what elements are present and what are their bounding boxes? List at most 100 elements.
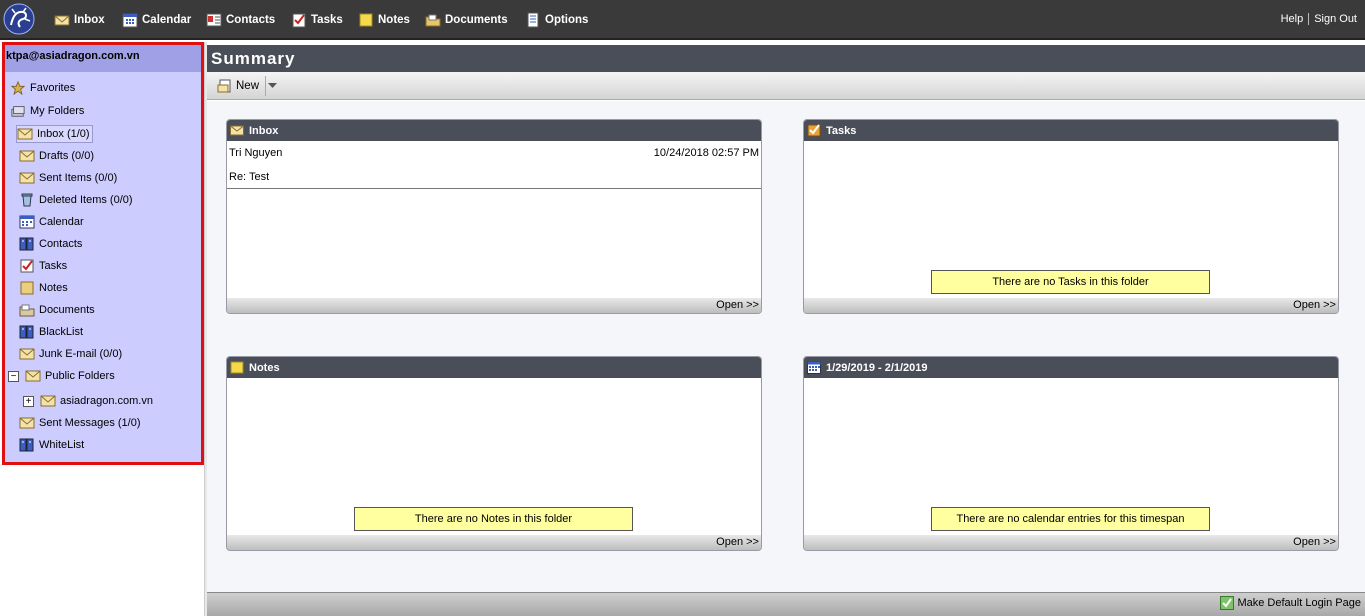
sidebar-item-inbox[interactable]: Inbox (1/0) [16,125,93,143]
notes-open-link[interactable]: Open >> [227,535,761,550]
envelope-icon [19,172,35,184]
dragon-logo-icon[interactable] [3,3,35,35]
toolbar: New [207,72,1365,100]
sign-out-link[interactable]: Sign Out [1314,13,1357,25]
chevron-down-icon [268,83,277,88]
mail-date: 10/24/2018 02:57 PM [653,147,759,159]
page-title: Summary [207,45,1365,72]
top-links: Help Sign Out [1281,13,1357,25]
tasks-icon [807,124,821,137]
sidebar-item-calendar[interactable]: Calendar [19,213,84,231]
sidebar-item-label: Inbox (1/0) [37,128,90,140]
calendar-panel: 1/29/2019 - 2/1/2019 There are no calend… [803,356,1339,551]
sidebar-item-whitelist[interactable]: WhiteList [19,436,84,454]
new-button-label: New [236,80,260,92]
mail-divider [227,188,761,189]
sidebar-item-label: Calendar [39,216,84,228]
notes-panel: Notes There are no Notes in this folder … [226,356,762,551]
contacts-book-icon [19,438,34,452]
tasks-panel-title: Tasks [826,124,857,137]
inbox-panel-header: Inbox [227,120,761,141]
checkmark-icon [1220,596,1235,610]
sidebar-item-junk-email[interactable]: Junk E-mail (0/0) [19,345,122,363]
envelope-icon [25,370,41,382]
nav-inbox[interactable]: Inbox [54,8,105,32]
nav-calendar[interactable]: Calendar [122,8,191,32]
sidebar-item-label: Deleted Items (0/0) [39,194,133,206]
summary-content: Inbox Tri Nguyen 10/24/2018 02:57 PM Re:… [207,101,1365,592]
star-icon [10,81,26,95]
sidebar-item-label: Favorites [30,82,76,94]
sidebar-item-label: Sent Items (0/0) [39,172,118,184]
calendar-icon [122,13,138,28]
collapse-toggle[interactable]: − [8,370,19,382]
sidebar-item-sent-messages[interactable]: Sent Messages (1/0) [19,414,141,432]
calendar-empty-message: There are no calendar entries for this t… [931,507,1210,531]
sidebar-item-label: Sent Messages (1/0) [39,417,141,429]
nav-notes[interactable]: Notes [358,8,410,32]
sidebar-item-drafts[interactable]: Drafts (0/0) [19,147,94,165]
calendar-open-link[interactable]: Open >> [804,535,1338,550]
new-button[interactable]: New [217,77,259,95]
nav-inbox-label: Inbox [74,14,105,26]
make-default-login-page[interactable]: Make Default Login Page [1220,596,1361,610]
envelope-icon [40,395,56,407]
expand-toggle[interactable]: + [23,395,34,407]
sidebar-item-notes[interactable]: Notes [19,279,68,297]
notes-icon [20,281,34,295]
make-default-login-label: Make Default Login Page [1237,597,1361,609]
inbox-open-link[interactable]: Open >> [227,298,761,313]
tasks-open-link[interactable]: Open >> [804,298,1338,313]
sidebar-item-contacts[interactable]: Contacts [19,235,82,253]
sidebar-item-label: Tasks [39,260,68,272]
sidebar-item-label: Notes [39,282,68,294]
bottom-bar: Make Default Login Page [207,592,1365,616]
nav-tasks[interactable]: Tasks [291,8,343,32]
sidebar-item-favorites[interactable]: Favorites [10,79,75,97]
sidebar-item-label: Junk E-mail (0/0) [39,348,123,360]
calendar-icon [807,361,821,374]
sidebar-item-blacklist[interactable]: BlackList [19,323,83,341]
contacts-book-icon [19,325,34,339]
sidebar-item-domain[interactable]: + asiadragon.com.vn [23,392,153,410]
nav-options[interactable]: Options [525,8,588,32]
account-header: ktpa@asiadragon.com.vn [5,45,201,72]
sidebar-item-deleted-items[interactable]: Deleted Items (0/0) [19,191,133,209]
folder-sidebar: ktpa@asiadragon.com.vn Favorites My Fold… [2,42,204,465]
new-dropdown-button[interactable] [265,76,279,96]
envelope-icon [17,128,33,140]
envelope-icon [19,348,35,360]
sidebar-item-my-folders[interactable]: My Folders [10,102,84,120]
trash-icon [21,193,33,207]
inbox-panel-title: Inbox [249,124,279,137]
sidebar-item-label: My Folders [30,105,85,117]
contacts-icon [206,13,222,27]
sidebar-item-public-folders[interactable]: − Public Folders [8,367,115,385]
folders-stack-icon [11,106,25,117]
mail-subject[interactable]: Re: Test [229,171,269,183]
tasks-panel: Tasks There are no Tasks in this folder … [803,119,1339,314]
tasks-panel-header: Tasks [804,120,1338,141]
tasks-icon [292,13,306,28]
help-link[interactable]: Help [1281,13,1304,25]
sidebar-item-label: Drafts (0/0) [39,150,95,162]
tasks-empty-message: There are no Tasks in this folder [931,270,1210,294]
sidebar-item-label: asiadragon.com.vn [60,395,153,407]
calendar-panel-header: 1/29/2019 - 2/1/2019 [804,357,1338,378]
documents-icon [425,14,441,27]
sidebar-item-tasks[interactable]: Tasks [19,257,67,275]
sidebar-item-documents[interactable]: Documents [19,301,95,319]
notes-icon [230,361,244,374]
options-icon [527,12,539,28]
mail-sender[interactable]: Tri Nguyen [229,147,282,159]
nav-calendar-label: Calendar [142,14,192,26]
sidebar-item-label: Documents [39,304,95,316]
calendar-icon [19,215,35,229]
notes-panel-title: Notes [249,361,280,374]
nav-documents[interactable]: Documents [425,8,508,32]
sidebar-item-sent-items[interactable]: Sent Items (0/0) [19,169,117,187]
sidebar-item-label: Public Folders [45,370,115,382]
new-item-icon [217,79,231,93]
notes-icon [359,13,373,27]
nav-contacts[interactable]: Contacts [206,8,275,32]
